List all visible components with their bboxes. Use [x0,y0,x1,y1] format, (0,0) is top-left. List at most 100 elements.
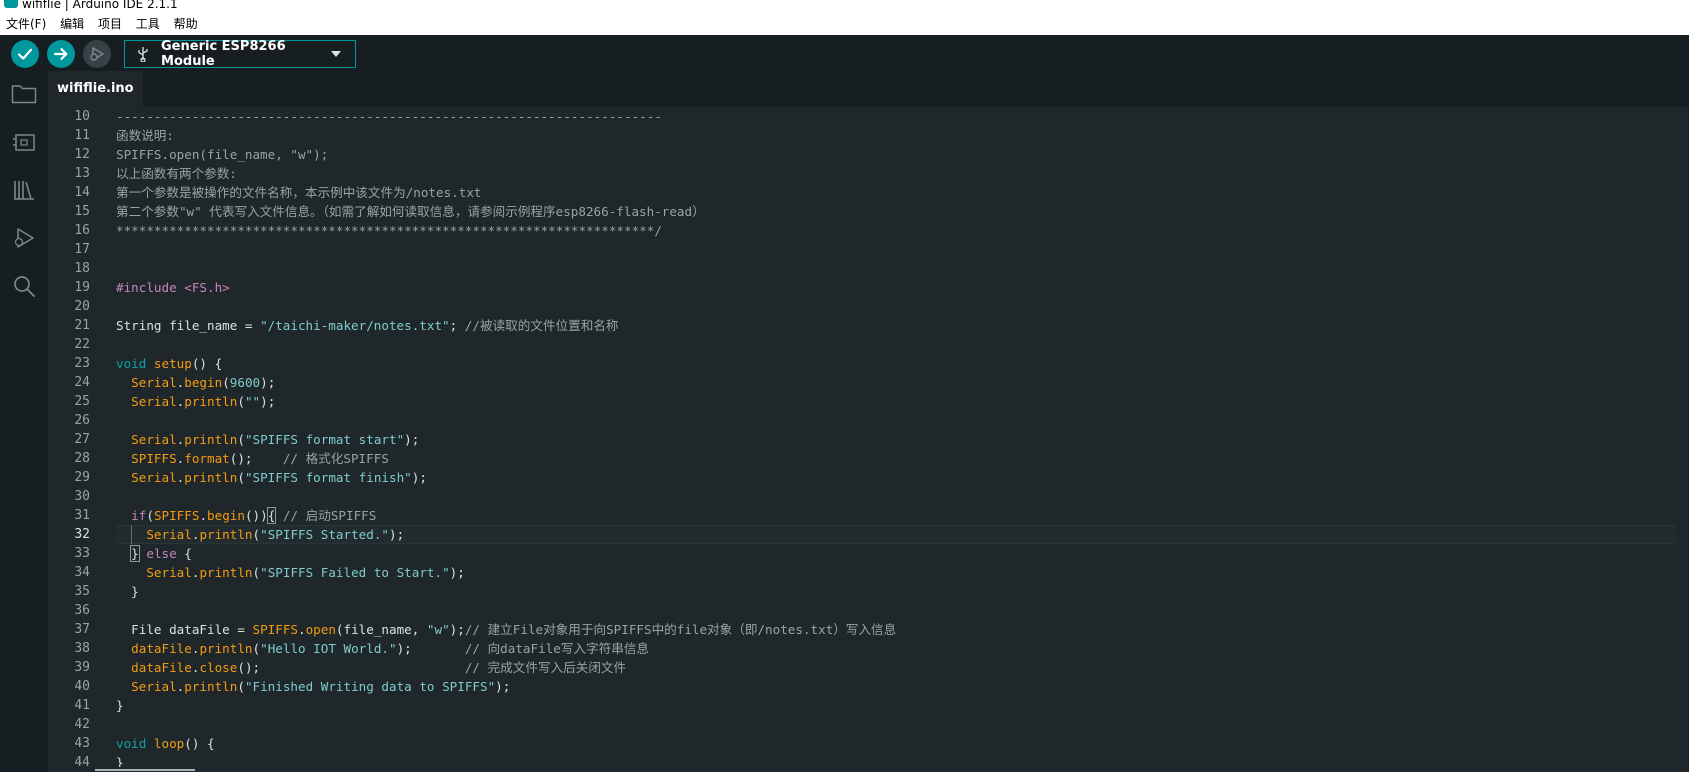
string-literal: "Hello IOT World." [260,641,397,656]
library-icon[interactable] [11,177,37,203]
line-number: 43 [74,736,90,751]
menu-file[interactable]: 文件(F) [0,14,51,35]
horizontal-scrollbar[interactable] [48,767,1689,772]
code-line: if(SPIFFS.begin()){ // 启动SPIFFS [116,506,1676,525]
line-number: 31 [74,508,90,523]
comment: 函数说明: [116,128,174,143]
code-area[interactable]: ----------------------------------------… [116,107,1676,772]
comment: SPIFFS.open(file_name, "w"); [116,147,329,162]
code-line: SPIFFS.format(); // 格式化SPIFFS [116,449,1676,468]
line-number: 29 [74,470,90,485]
board-icon[interactable] [11,129,37,155]
code-token: File dataFile = [116,622,253,637]
code-line: 第一个参数是被操作的文件名称，本示例中该文件为/notes.txt [116,183,1676,202]
line-number: 10 [74,109,90,124]
debug-icon[interactable] [11,225,37,251]
scrollbar-thumb[interactable] [95,769,195,771]
keyword: void [116,356,154,371]
arrow-right-icon [53,48,68,60]
line-number: 13 [74,166,90,181]
code-line: Serial.println("SPIFFS format start"); [116,430,1676,449]
class-name: Serial [131,679,177,694]
menu-sketch[interactable]: 项目 [93,14,127,35]
tab-wififlie[interactable]: wififlie.ino [48,71,143,107]
code-token: () { [191,356,223,371]
line-number: 18 [74,261,90,276]
code-token: ); [389,527,405,542]
class-name: Serial [131,470,177,485]
code-token: (file_name, [335,622,427,637]
upload-button[interactable] [47,40,75,68]
class-name: Serial [146,565,192,580]
code-token: ); [495,679,511,694]
comment: // 完成文件写入后关闭文件 [464,660,627,675]
string-literal: "SPIFFS format finish" [244,470,412,485]
code-line: ----------------------------------------… [116,107,1676,126]
code-token: String file_name = [116,318,261,333]
code-token: ); [396,641,465,656]
window-title: wififlie | Arduino IDE 2.1.1 [22,0,178,11]
class-name: SPIFFS [252,622,298,637]
string-literal: "SPIFFS Failed to Start." [260,565,450,580]
line-number: 23 [74,356,90,371]
code-token: ( [237,432,245,447]
line-number: 11 [74,128,90,143]
code-token: ( [237,679,245,694]
comment: 第二个参数"w" 代表写入文件信息。（如需了解如何读取信息，请参阅示例程序esp… [116,204,705,219]
line-number: 42 [74,717,90,732]
comment: // 格式化SPIFFS [282,451,389,466]
chevron-down-icon [331,51,341,57]
line-number: 27 [74,432,90,447]
line-number: 14 [74,185,90,200]
code-line: } [116,696,1676,715]
line-number: 12 [74,147,90,162]
method-name: format [184,451,230,466]
board-selector[interactable]: Generic ESP8266 Module [124,39,356,69]
menu-tools[interactable]: 工具 [131,14,165,35]
line-number: 33 [74,546,90,561]
folder-icon[interactable] [11,81,37,107]
code-line: void setup() { [116,354,1676,373]
class-name: Serial [131,394,177,409]
method-name: close [199,660,238,675]
code-token: ); [260,375,276,390]
indent-guide [131,525,132,544]
number-literal: 9600 [229,375,261,390]
line-number: 36 [74,603,90,618]
method-name: println [199,565,253,580]
line-number: 40 [74,679,90,694]
line-number: 38 [74,641,90,656]
debug-button[interactable] [83,40,111,68]
code-line: void loop() { [116,734,1676,753]
code-line: 第二个参数"w" 代表写入文件信息。（如需了解如何读取信息，请参阅示例程序esp… [116,202,1676,221]
comment: ****************************************… [116,223,662,238]
menu-edit[interactable]: 编辑 [55,14,89,35]
class-name: Serial [131,432,177,447]
code-token: ); [411,470,427,485]
code-token: ); [449,622,465,637]
code-token: ( [252,641,261,656]
preprocessor: #include [116,280,185,295]
code-line: String file_name = "/taichi-maker/notes.… [116,316,1676,335]
search-icon[interactable] [11,273,37,299]
comment: 以上函数有两个参数: [116,166,237,181]
code-line: File dataFile = SPIFFS.open(file_name, "… [116,620,1676,639]
usb-icon [137,46,150,62]
code-editor[interactable]: 10 11 12 13 14 15 16 17 18 19 20 21 22 2… [48,107,1689,772]
verify-button[interactable] [11,40,39,68]
comment: ----------------------------------------… [116,109,662,124]
class-name: SPIFFS [131,451,177,466]
line-number: 24 [74,375,90,390]
menu-help[interactable]: 帮助 [169,14,203,35]
string-literal: "Finished Writing data to SPIFFS" [244,679,496,694]
code-token: ()) [244,508,268,523]
